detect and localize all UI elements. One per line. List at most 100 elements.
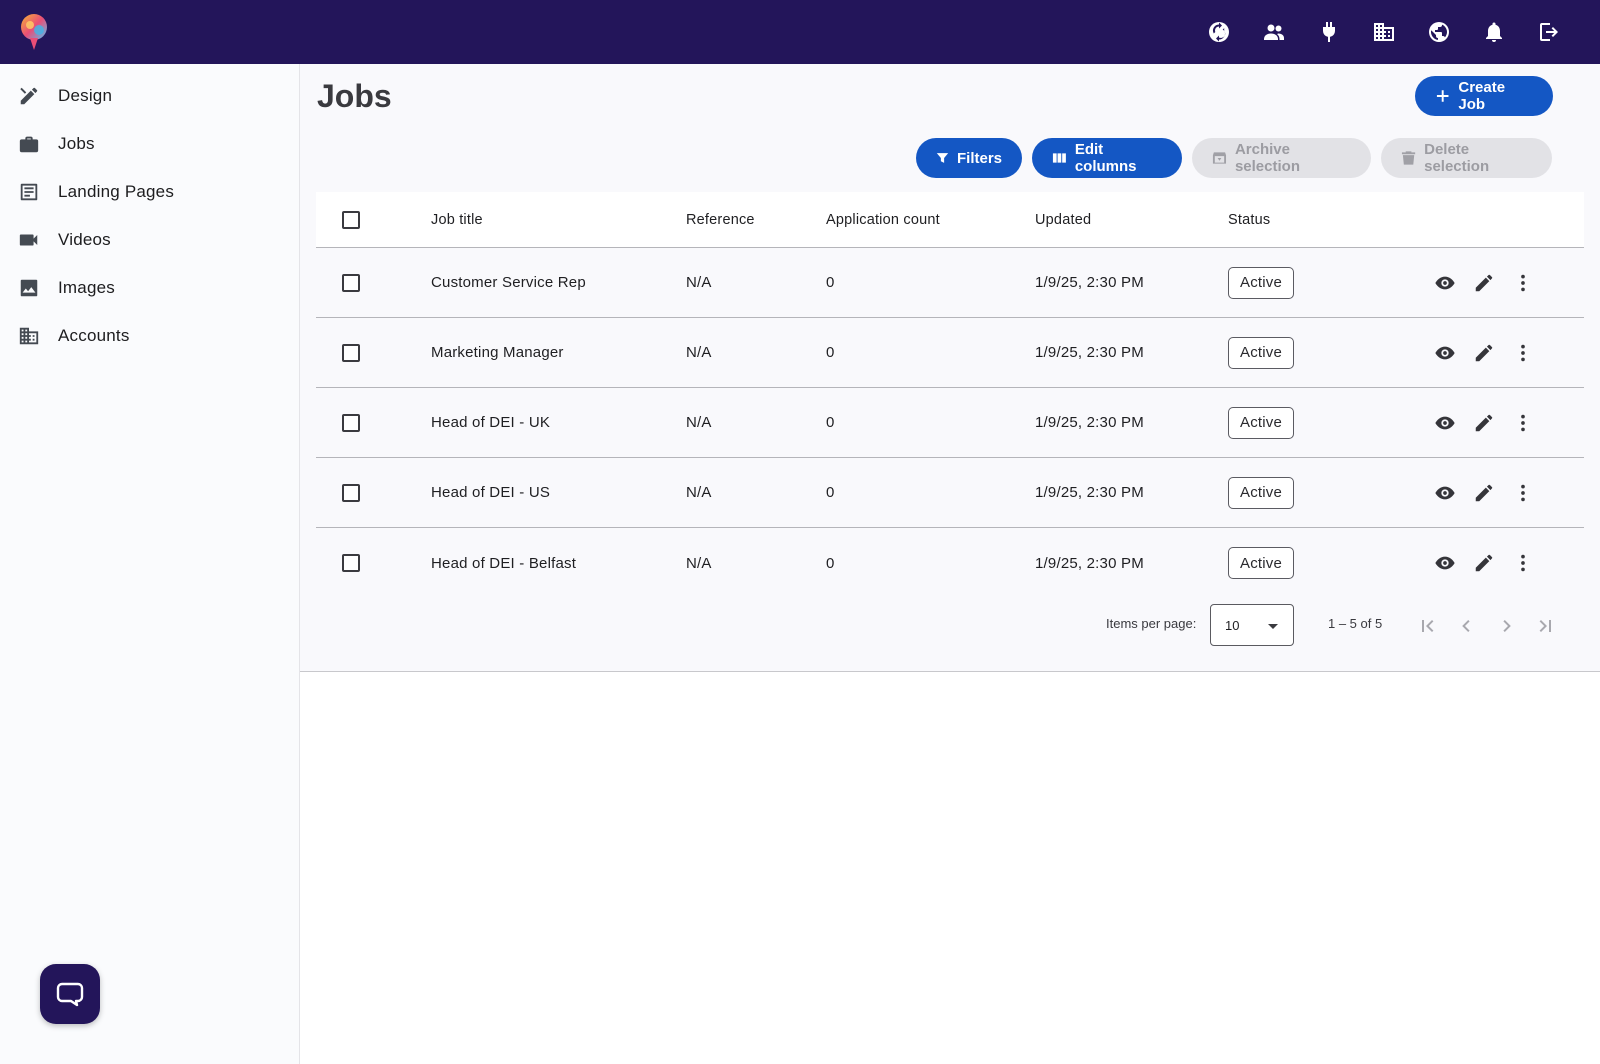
sidebar-item-label: Design — [58, 86, 113, 105]
table-header: Job title Reference Application count Up… — [316, 192, 1584, 248]
view-icon[interactable] — [1425, 388, 1465, 457]
column-header-application-count[interactable]: Application count — [826, 192, 940, 247]
row-checkbox[interactable] — [342, 343, 360, 362]
chat-support-button[interactable] — [40, 964, 100, 1024]
job-title-cell: Customer Service Rep — [431, 274, 586, 291]
top-bar — [0, 0, 1600, 64]
bell-icon[interactable] — [1466, 0, 1521, 64]
app-logo[interactable] — [18, 12, 52, 52]
sidebar-item-label: Accounts — [58, 326, 130, 345]
row-checkbox[interactable] — [342, 273, 360, 292]
job-title-cell: Head of DEI - UK — [431, 414, 551, 431]
sidebar-item-videos[interactable]: Videos — [0, 216, 299, 264]
more-options-icon[interactable] — [1503, 388, 1543, 457]
column-header-reference[interactable]: Reference — [686, 192, 755, 247]
chat-bubble-icon — [56, 982, 84, 1007]
updated-cell: 1/9/25, 2:30 PM — [1035, 414, 1144, 431]
first-page-button[interactable] — [1412, 610, 1444, 642]
page-range-label: 1 – 5 of 5 — [1328, 616, 1383, 631]
more-options-icon[interactable] — [1503, 318, 1543, 387]
view-icon[interactable] — [1425, 458, 1465, 527]
globe-icon[interactable] — [1411, 0, 1466, 64]
table-row[interactable]: Head of DEI - UK N/A 0 1/9/25, 2:30 PM A… — [316, 388, 1584, 458]
column-header-updated[interactable]: Updated — [1035, 192, 1091, 247]
more-options-icon[interactable] — [1503, 248, 1543, 317]
page-size-value: 10 — [1225, 617, 1240, 633]
more-options-icon[interactable] — [1503, 528, 1543, 598]
people-icon[interactable] — [1246, 0, 1301, 64]
status-badge: Active — [1228, 266, 1295, 299]
building-icon — [19, 327, 39, 345]
reference-cell: N/A — [686, 274, 712, 291]
video-icon — [19, 234, 38, 246]
create-job-button[interactable]: Create Job — [1415, 76, 1553, 116]
edit-columns-button[interactable]: Edit columns — [1032, 138, 1182, 178]
status-badge: Active — [1228, 336, 1295, 369]
job-title-cell: Head of DEI - Belfast — [431, 554, 577, 572]
chevron-right-icon — [1503, 620, 1511, 632]
view-icon[interactable] — [1425, 318, 1465, 387]
status-badge: Active — [1228, 476, 1295, 509]
jobs-table: Job title Reference Application count Up… — [316, 192, 1584, 654]
edit-icon[interactable] — [1464, 528, 1504, 598]
sidebar-item-images[interactable]: Images — [0, 264, 299, 312]
first-page-icon — [1422, 620, 1434, 632]
sidebar-item-accounts[interactable]: Accounts — [0, 312, 299, 360]
application-count-cell: 0 — [826, 344, 835, 361]
column-header-status[interactable]: Status — [1228, 192, 1270, 247]
edit-columns-label: Edit columns — [1074, 141, 1137, 175]
sidebar-item-design[interactable]: Design — [0, 72, 299, 120]
image-icon — [20, 279, 38, 297]
reference-cell: N/A — [686, 414, 712, 431]
building-icon[interactable] — [1356, 0, 1411, 64]
row-checkbox[interactable] — [342, 554, 360, 572]
create-job-label: Create Job — [1458, 79, 1506, 113]
select-all-checkbox[interactable] — [342, 210, 360, 229]
column-header-job-title[interactable]: Job title — [431, 192, 483, 247]
reference-cell: N/A — [686, 484, 712, 501]
sidebar-item-label: Landing Pages — [58, 182, 175, 201]
page-title: Jobs — [317, 78, 392, 114]
application-count-cell: 0 — [826, 274, 835, 291]
last-page-button[interactable] — [1529, 610, 1561, 642]
sidebar: Design Jobs Landing Pages Videos Images … — [0, 64, 300, 1064]
archive-selection-button[interactable]: Archive selection — [1192, 138, 1371, 178]
status-badge: Active — [1228, 547, 1295, 579]
sidebar-item-label: Images — [58, 278, 115, 297]
plug-icon[interactable] — [1301, 0, 1356, 64]
edit-icon[interactable] — [1464, 388, 1504, 457]
edit-icon[interactable] — [1464, 318, 1504, 387]
briefcase-icon — [19, 136, 39, 153]
view-icon[interactable] — [1425, 248, 1465, 317]
sidebar-item-label: Jobs — [58, 134, 95, 153]
table-row[interactable]: Head of DEI - Belfast N/A 0 1/9/25, 2:30… — [316, 528, 1584, 598]
status-badge: Active — [1228, 406, 1295, 439]
view-icon[interactable] — [1425, 528, 1465, 598]
table-row[interactable]: Customer Service Rep N/A 0 1/9/25, 2:30 … — [316, 248, 1584, 318]
table-row[interactable]: Marketing Manager N/A 0 1/9/25, 2:30 PM … — [316, 318, 1584, 388]
delete-selection-label: Delete selection — [1424, 141, 1490, 175]
table-row[interactable]: Head of DEI - US N/A 0 1/9/25, 2:30 PM A… — [316, 458, 1584, 528]
landing-page-icon — [20, 183, 38, 201]
job-title-cell: Marketing Manager — [431, 344, 564, 361]
filters-button[interactable]: Filters — [916, 138, 1022, 178]
next-page-button[interactable] — [1490, 610, 1522, 642]
logout-icon[interactable] — [1521, 0, 1576, 64]
application-count-cell: 0 — [826, 484, 835, 501]
dropdown-arrow-icon — [1268, 624, 1278, 629]
page-size-select[interactable]: 10 — [1210, 604, 1294, 646]
row-checkbox[interactable] — [342, 413, 360, 432]
sidebar-item-landing-pages[interactable]: Landing Pages — [0, 168, 299, 216]
delete-selection-button[interactable]: Delete selection — [1381, 138, 1552, 178]
application-count-cell: 0 — [826, 414, 835, 431]
job-title-cell: Head of DEI - US — [431, 484, 551, 501]
edit-icon[interactable] — [1464, 248, 1504, 317]
edit-icon[interactable] — [1464, 458, 1504, 527]
sync-icon[interactable] — [1191, 0, 1246, 64]
row-checkbox[interactable] — [342, 483, 360, 502]
items-per-page-label: Items per page: — [1106, 616, 1197, 631]
sidebar-item-label: Videos — [58, 230, 111, 249]
more-options-icon[interactable] — [1503, 458, 1543, 527]
sidebar-item-jobs[interactable]: Jobs — [0, 120, 299, 168]
previous-page-button[interactable] — [1451, 610, 1483, 642]
